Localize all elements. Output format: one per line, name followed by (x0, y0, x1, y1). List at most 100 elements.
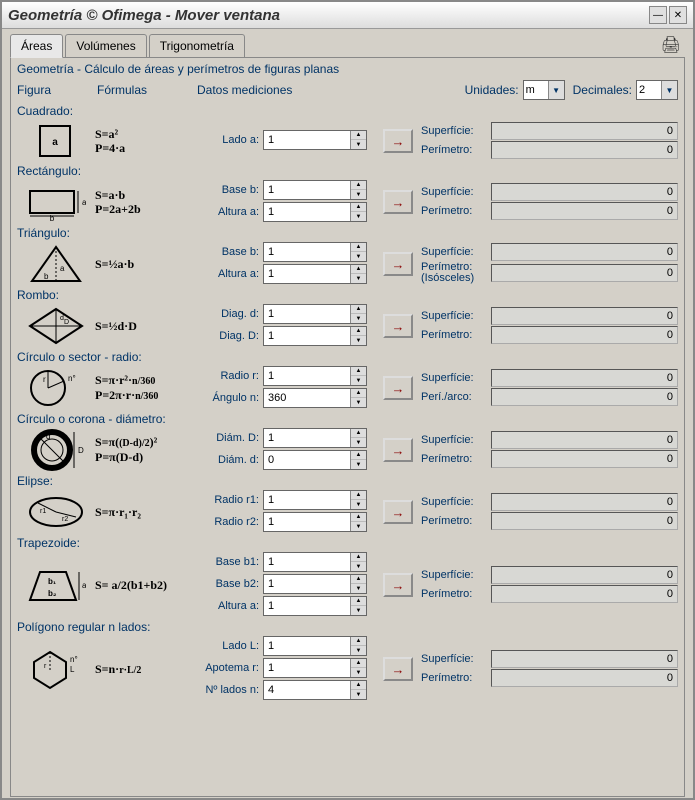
tabs: Áreas Volúmenes Trigonometría 🖨 (2, 29, 693, 57)
input-field[interactable] (264, 131, 350, 149)
spinner-input[interactable]: ▲▼ (263, 388, 367, 408)
spin-up-icon[interactable]: ▲ (351, 131, 366, 140)
calculate-button[interactable]: → (383, 438, 413, 462)
spin-up-icon[interactable]: ▲ (351, 491, 366, 500)
spin-down-icon[interactable]: ▼ (351, 376, 366, 385)
spinner-input[interactable]: ▲▼ (263, 130, 367, 150)
spin-down-icon[interactable]: ▼ (351, 336, 366, 345)
tab-areas[interactable]: Áreas (10, 34, 63, 58)
spinner-input[interactable]: ▲▼ (263, 366, 367, 386)
spin-down-icon[interactable]: ▼ (351, 562, 366, 571)
spin-up-icon[interactable]: ▲ (351, 575, 366, 584)
spin-down-icon[interactable]: ▼ (351, 438, 366, 447)
spinner-input[interactable]: ▲▼ (263, 304, 367, 324)
spin-down-icon[interactable]: ▼ (351, 252, 366, 261)
calculate-button[interactable]: → (383, 129, 413, 153)
calculate-button[interactable]: → (383, 376, 413, 400)
tab-volumenes[interactable]: Volúmenes (65, 34, 146, 57)
spin-up-icon[interactable]: ▲ (351, 367, 366, 376)
spin-up-icon[interactable]: ▲ (351, 181, 366, 190)
spin-down-icon[interactable]: ▼ (351, 668, 366, 677)
input-field[interactable] (264, 681, 350, 699)
spin-down-icon[interactable]: ▼ (351, 606, 366, 615)
input-field[interactable] (264, 597, 350, 615)
input-field[interactable] (264, 181, 350, 199)
spinner-input[interactable]: ▲▼ (263, 428, 367, 448)
spinner-input[interactable]: ▲▼ (263, 512, 367, 532)
unidades-value[interactable] (524, 82, 548, 98)
spin-down-icon[interactable]: ▼ (351, 190, 366, 199)
spin-down-icon[interactable]: ▼ (351, 314, 366, 323)
result-value: 0 (491, 566, 678, 584)
calculate-button[interactable]: → (383, 573, 413, 597)
spinner-input[interactable]: ▲▼ (263, 326, 367, 346)
spinner-input[interactable]: ▲▼ (263, 180, 367, 200)
input-field[interactable] (264, 491, 350, 509)
spin-down-icon[interactable]: ▼ (351, 398, 366, 407)
input-field[interactable] (264, 553, 350, 571)
spin-up-icon[interactable]: ▲ (351, 389, 366, 398)
spin-down-icon[interactable]: ▼ (351, 690, 366, 699)
tab-trigonometria[interactable]: Trigonometría (149, 34, 245, 57)
input-field[interactable] (264, 637, 350, 655)
print-icon[interactable]: 🖨 (661, 35, 681, 55)
input-field[interactable] (264, 451, 350, 469)
spin-up-icon[interactable]: ▲ (351, 681, 366, 690)
spin-down-icon[interactable]: ▼ (351, 212, 366, 221)
spinner-input[interactable]: ▲▼ (263, 636, 367, 656)
spin-up-icon[interactable]: ▲ (351, 265, 366, 274)
spinner-input[interactable]: ▲▼ (263, 264, 367, 284)
spin-down-icon[interactable]: ▼ (351, 500, 366, 509)
input-field[interactable] (264, 367, 350, 385)
unidades-select[interactable]: ▼ (523, 80, 565, 100)
spinner-input[interactable]: ▲▼ (263, 490, 367, 510)
spin-up-icon[interactable]: ▲ (351, 203, 366, 212)
input-field[interactable] (264, 265, 350, 283)
spinner-input[interactable]: ▲▼ (263, 202, 367, 222)
calculate-button[interactable]: → (383, 314, 413, 338)
calculate-button[interactable]: → (383, 190, 413, 214)
spin-up-icon[interactable]: ▲ (351, 451, 366, 460)
spinner-input[interactable]: ▲▼ (263, 574, 367, 594)
svg-text:L: L (70, 665, 75, 674)
input-field[interactable] (264, 203, 350, 221)
spin-down-icon[interactable]: ▼ (351, 584, 366, 593)
spin-up-icon[interactable]: ▲ (351, 597, 366, 606)
spin-up-icon[interactable]: ▲ (351, 305, 366, 314)
spinner-input[interactable]: ▲▼ (263, 552, 367, 572)
spin-down-icon[interactable]: ▼ (351, 274, 366, 283)
spin-up-icon[interactable]: ▲ (351, 553, 366, 562)
spin-up-icon[interactable]: ▲ (351, 327, 366, 336)
spin-up-icon[interactable]: ▲ (351, 659, 366, 668)
spin-down-icon[interactable]: ▼ (351, 522, 366, 531)
decimales-select[interactable]: ▼ (636, 80, 678, 100)
input-field[interactable] (264, 513, 350, 531)
spinner-input[interactable]: ▲▼ (263, 242, 367, 262)
input-field[interactable] (264, 429, 350, 447)
spinner-input[interactable]: ▲▼ (263, 450, 367, 470)
close-button[interactable]: ✕ (669, 6, 687, 24)
chevron-down-icon[interactable]: ▼ (548, 81, 564, 99)
spin-down-icon[interactable]: ▼ (351, 140, 366, 149)
minimize-button[interactable]: — (649, 6, 667, 24)
decimales-value[interactable] (637, 82, 661, 98)
input-field[interactable] (264, 243, 350, 261)
spinner-input[interactable]: ▲▼ (263, 596, 367, 616)
input-field[interactable] (264, 305, 350, 323)
calculate-button[interactable]: → (383, 657, 413, 681)
spinner-input[interactable]: ▲▼ (263, 680, 367, 700)
spinner-input[interactable]: ▲▼ (263, 658, 367, 678)
input-field[interactable] (264, 389, 350, 407)
calculate-button[interactable]: → (383, 252, 413, 276)
spin-down-icon[interactable]: ▼ (351, 460, 366, 469)
input-field[interactable] (264, 327, 350, 345)
input-field[interactable] (264, 659, 350, 677)
input-field[interactable] (264, 575, 350, 593)
spin-up-icon[interactable]: ▲ (351, 637, 366, 646)
calculate-button[interactable]: → (383, 500, 413, 524)
spin-up-icon[interactable]: ▲ (351, 429, 366, 438)
chevron-down-icon[interactable]: ▼ (661, 81, 677, 99)
spin-down-icon[interactable]: ▼ (351, 646, 366, 655)
spin-up-icon[interactable]: ▲ (351, 243, 366, 252)
spin-up-icon[interactable]: ▲ (351, 513, 366, 522)
